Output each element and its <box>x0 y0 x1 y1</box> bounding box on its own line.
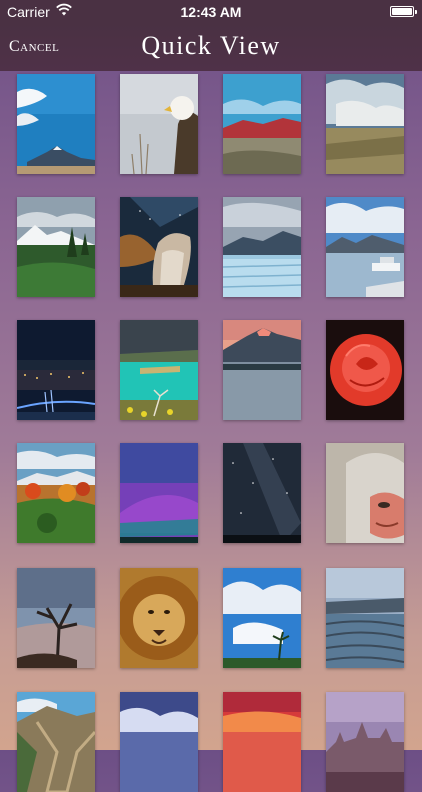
thumb-cliffside[interactable] <box>17 692 95 792</box>
thumb-dead-tree-storm[interactable] <box>17 568 95 668</box>
thumb-autumn-forest[interactable] <box>17 443 95 543</box>
thumb-bald-eagle[interactable] <box>120 74 198 174</box>
battery-icon <box>390 6 417 17</box>
thumb-aurora-sky[interactable] <box>120 443 198 543</box>
thumb-milky-way-rock[interactable] <box>120 197 198 297</box>
thumb-rice-terraces[interactable] <box>326 568 404 668</box>
thumb-glacier[interactable] <box>223 197 301 297</box>
thumb-red-rock-desert[interactable] <box>223 74 301 174</box>
thumb-purple-clouds[interactable] <box>120 692 198 792</box>
thumb-red-rose[interactable] <box>326 320 404 420</box>
thumb-snowy-mountain-forest[interactable] <box>17 197 95 297</box>
status-time: 12:43 AM <box>180 4 242 20</box>
thumb-red-sunset[interactable] <box>223 692 301 792</box>
thumb-lion[interactable] <box>120 568 198 668</box>
thumb-parliament-building[interactable] <box>326 692 404 792</box>
thumb-lake-boat[interactable] <box>326 197 404 297</box>
thumb-baboon-face[interactable] <box>326 443 404 543</box>
thumb-city-bridge-night[interactable] <box>17 320 95 420</box>
status-bar: Carrier 12:43 AM <box>0 0 422 24</box>
page-title: Quick View <box>141 31 281 60</box>
thumb-milky-way-night[interactable] <box>223 443 301 543</box>
navigation-bar: Cancel Quick View <box>0 24 422 71</box>
thumb-palm-clouds[interactable] <box>223 568 301 668</box>
thumb-mountain-lake-sunset[interactable] <box>223 320 301 420</box>
thumb-blue-sky-volcano[interactable] <box>17 74 95 174</box>
thumb-clouded-plateau[interactable] <box>326 74 404 174</box>
thumb-turquoise-lagoon[interactable] <box>120 320 198 420</box>
